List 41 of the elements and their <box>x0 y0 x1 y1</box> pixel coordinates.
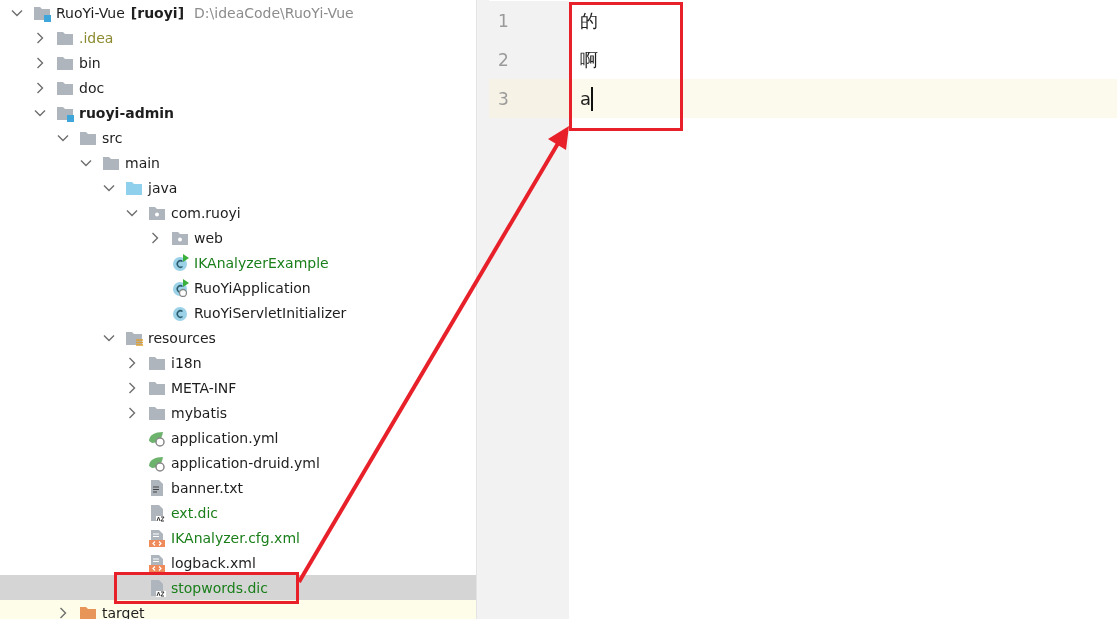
class-icon <box>171 278 189 297</box>
module-name: [ruoyi] <box>130 4 185 21</box>
tree-item-label[interactable]: mybatis <box>171 404 228 421</box>
text-caret <box>591 86 594 111</box>
xml-file-icon <box>148 553 166 572</box>
tree-item-label[interactable]: src <box>102 129 123 146</box>
file-icon <box>148 503 166 522</box>
text-file-icon <box>148 478 166 497</box>
tree-item-label[interactable]: ruoyi-admin <box>79 104 175 121</box>
code-text: a <box>580 88 592 109</box>
tree-item-label[interactable]: bin <box>79 54 101 71</box>
tree-item-label[interactable]: IKAnalyzer.cfg.xml <box>171 529 300 546</box>
tree-item-label[interactable]: IKAnalyzerExample <box>194 254 329 271</box>
tree-item-label[interactable]: RuoYiApplication <box>194 279 311 296</box>
tree-item-label[interactable]: logback.xml <box>171 554 256 571</box>
tree-item-label[interactable]: .idea <box>79 29 114 46</box>
line-number: 3 <box>489 79 569 118</box>
tree-item-label[interactable]: main <box>125 154 160 171</box>
tree-item-label[interactable]: META-INF <box>171 379 237 396</box>
project-path: D:\ideaCode\RuoYi-Vue <box>194 4 354 21</box>
tree-item-label[interactable]: application.yml <box>171 429 279 446</box>
tree-item-label[interactable]: web <box>194 229 223 246</box>
code-text: 的 <box>580 8 598 33</box>
tree-item-label[interactable]: RuoYi-Vue <box>56 4 125 21</box>
xml-file-icon <box>148 528 166 547</box>
tree-item-label[interactable]: banner.txt <box>171 479 243 496</box>
selected-row[interactable]: stopwords.dic <box>0 575 476 600</box>
tree-item-label[interactable]: java <box>148 179 178 196</box>
line-number: 1 <box>489 1 569 40</box>
tree-item-label[interactable]: resources <box>148 329 216 346</box>
tree-item-label[interactable]: stopwords.dic <box>171 579 268 596</box>
tree-item-label[interactable]: ext.dic <box>171 504 219 521</box>
tree-item-label[interactable]: doc <box>79 79 105 96</box>
line-number: 2 <box>489 40 569 79</box>
tree-item-label[interactable]: RuoYiServletInitializer <box>194 304 347 321</box>
tree-item-label[interactable]: application-druid.yml <box>171 454 320 471</box>
class-icon <box>171 253 189 272</box>
file-icon <box>148 578 166 597</box>
tree-item-label[interactable]: i18n <box>171 354 202 371</box>
tree-item-label[interactable]: com.ruoyi <box>171 204 241 221</box>
code-text: 啊 <box>580 47 598 72</box>
